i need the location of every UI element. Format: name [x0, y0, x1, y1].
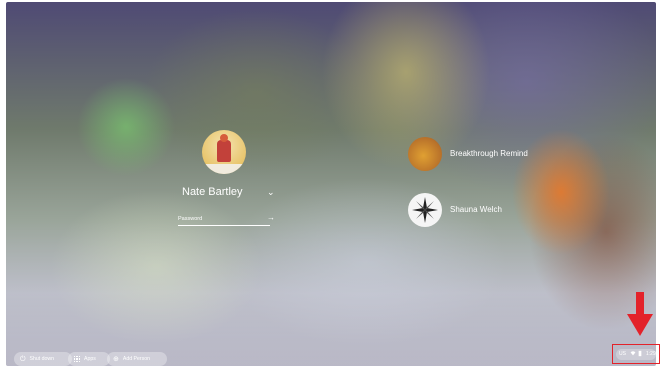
avatar[interactable] [202, 130, 246, 174]
shutdown-label: Shut down [29, 356, 55, 362]
login-screen: Nate Bartley ⌄ Password → Breakthrough R… [6, 2, 656, 366]
status-tray[interactable]: US 1:29 [612, 344, 660, 364]
avatar [408, 137, 442, 171]
apps-grid-icon [74, 356, 80, 362]
clock: 1:29 [646, 351, 656, 357]
power-icon: ⏻ [20, 355, 26, 363]
apps-button[interactable]: Apps [68, 352, 110, 366]
shutdown-button[interactable]: ⏻ Shut down [14, 352, 72, 366]
compass-icon [412, 197, 438, 223]
ime-indicator: US [619, 351, 626, 357]
wifi-icon [630, 351, 636, 356]
add-person-icon: ⊕ [113, 355, 119, 363]
apps-label: Apps [84, 356, 96, 362]
submit-arrow-icon[interactable]: → [267, 213, 275, 222]
avatar [408, 193, 442, 227]
annotation-arrow [627, 292, 653, 336]
chevron-down-icon[interactable]: ⌄ [267, 187, 275, 198]
add-person-label: Add Person [122, 356, 150, 362]
user-pod-breakthrough-remind[interactable]: Breakthrough Remind [408, 137, 548, 171]
user-pod-shauna-welch[interactable]: Shauna Welch [408, 193, 528, 227]
password-underline [178, 225, 270, 226]
battery-icon [638, 350, 642, 357]
photo-frame: Nate Bartley ⌄ Password → Breakthrough R… [0, 0, 662, 368]
add-person-button[interactable]: ⊕ Add Person [107, 352, 167, 366]
user-name: Breakthrough Remind [450, 149, 528, 158]
user-name: Shauna Welch [450, 205, 502, 214]
user-name: Nate Bartley [182, 186, 243, 198]
